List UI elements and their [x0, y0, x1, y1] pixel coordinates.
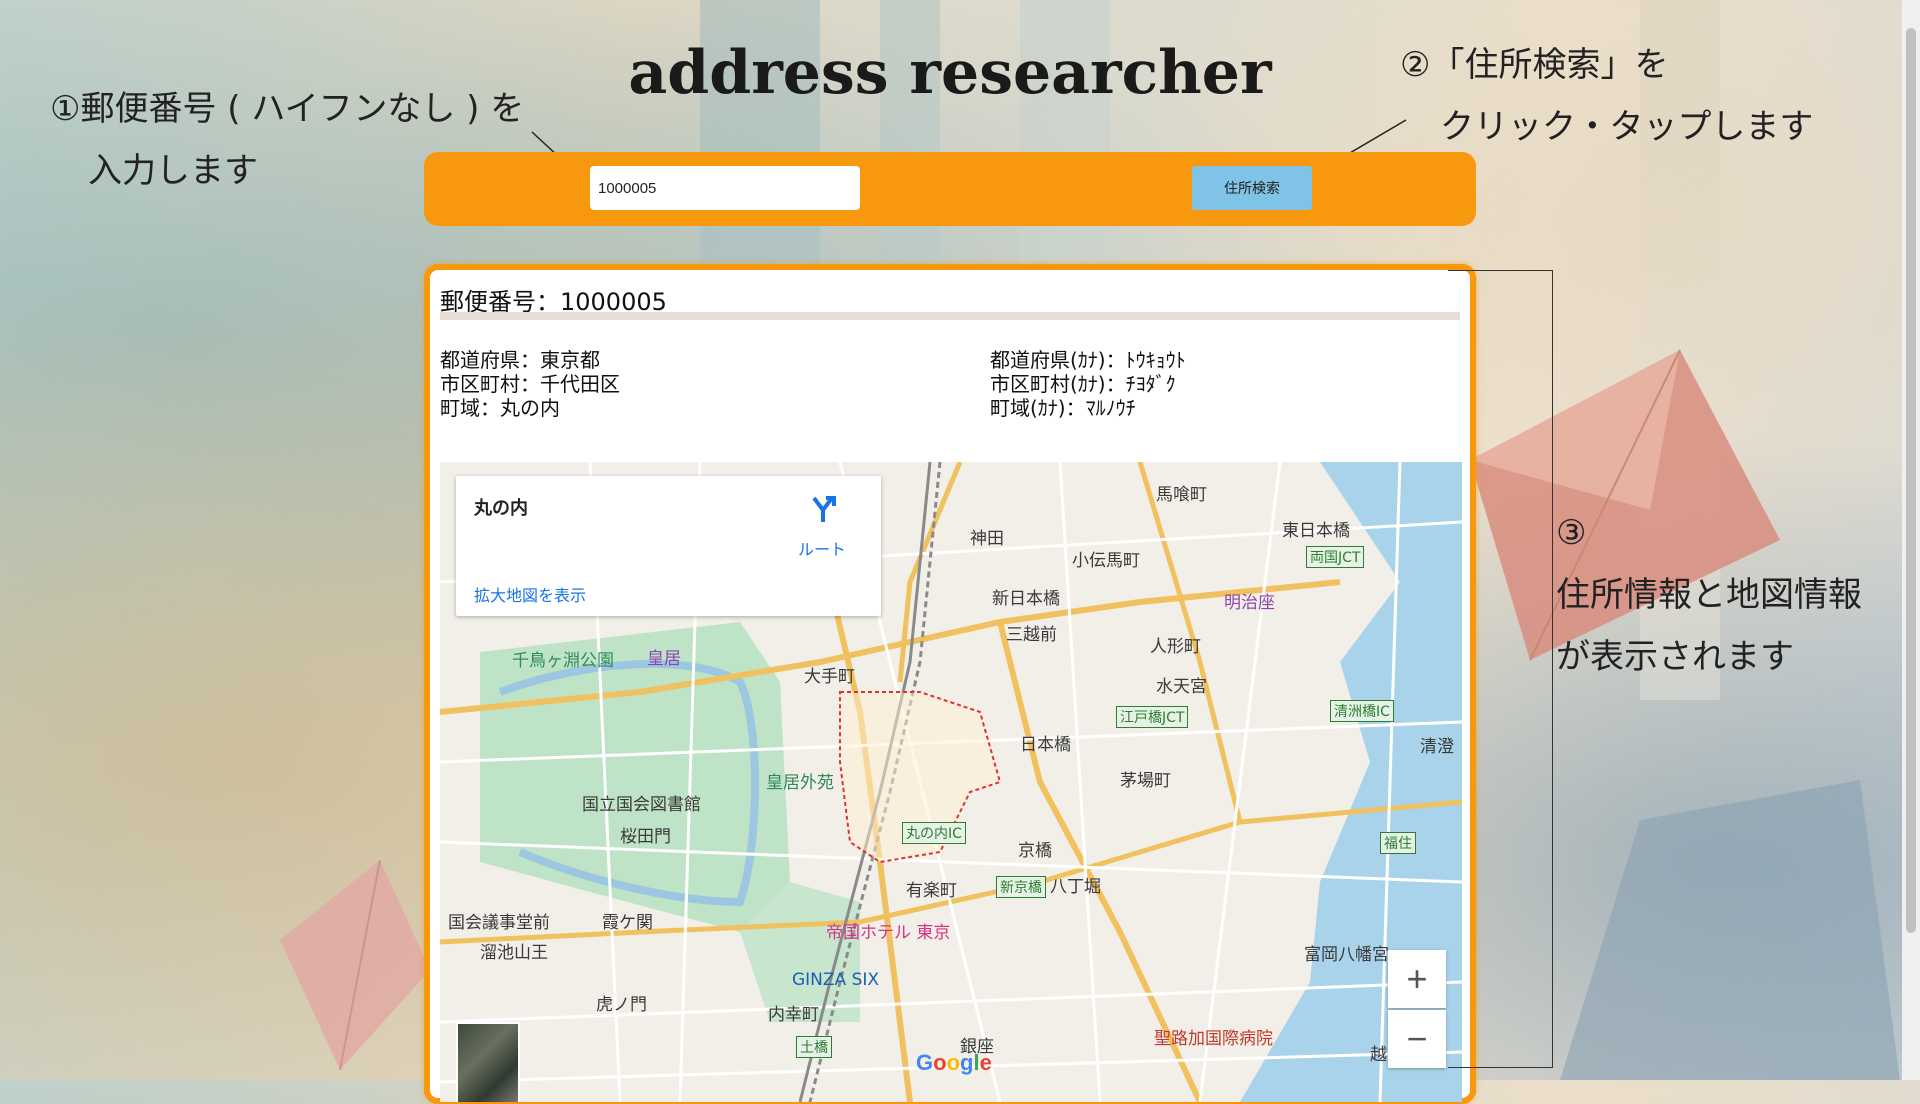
step3-bracket	[1448, 270, 1553, 1068]
map-label: 日本橋	[1020, 735, 1071, 755]
map-label: 内幸町	[768, 1005, 819, 1025]
map-label: 明治座	[1224, 593, 1275, 613]
step2-line1: ②「住所検索」を	[1400, 45, 1669, 85]
map-info-card: 丸の内 ルート 拡大地図を表示	[456, 476, 881, 616]
map-label: 皇居	[647, 649, 681, 669]
town-kana-value: 町域(ｶﾅ)：ﾏﾙﾉｳﾁ	[990, 396, 1136, 420]
map-label: 国立国会図書館	[582, 795, 701, 815]
map-label: 新日本橋	[992, 589, 1060, 609]
route-link[interactable]: ルート	[798, 536, 846, 560]
map-label: 霞ケ関	[602, 913, 653, 933]
map-label: 土橋	[796, 1036, 832, 1058]
map-label: 新京橋	[996, 876, 1046, 898]
prefecture-value: 都道府県：東京都	[440, 348, 600, 372]
heading-divider	[440, 312, 1460, 320]
prefecture-kana-value: 都道府県(ｶﾅ)：ﾄｳｷｮｳﾄ	[990, 348, 1186, 372]
map-place-name: 丸の内	[474, 498, 528, 519]
address-kana-info: 都道府県(ｶﾅ)：ﾄｳｷｮｳﾄ 市区町村(ｶﾅ)：ﾁﾖﾀﾞｸ 町域(ｶﾅ)：ﾏﾙ…	[990, 348, 1186, 420]
step3-marker: ③	[1556, 513, 1587, 553]
map-label: 人形町	[1150, 637, 1201, 657]
map-label: 桜田門	[620, 827, 671, 847]
map-label: 小伝馬町	[1072, 551, 1140, 571]
map-label: 江戸橋JCT	[1116, 706, 1189, 728]
kite-decoration	[280, 860, 430, 1070]
map-label: 水天宮	[1156, 677, 1207, 697]
map-label: 清洲橋IC	[1330, 700, 1394, 722]
page-scrollbar[interactable]	[1902, 0, 1920, 1080]
step3-line1: 住所情報と地図情報	[1556, 575, 1862, 615]
city-value: 市区町村：千代田区	[440, 372, 620, 396]
result-panel: 郵便番号：1000005 都道府県：東京都 市区町村：千代田区 町域：丸の内 都…	[424, 264, 1476, 1104]
map-embed[interactable]: 馬喰町 東日本橋 神田 小伝馬町 両国JCT 明治座 新日本橋 三越前 人形町 …	[440, 462, 1462, 1102]
map-label: 丸の内IC	[902, 822, 966, 844]
map-label: GINZA SIX	[792, 970, 880, 990]
map-label: 京橋	[1018, 841, 1052, 861]
map-label: 大手町	[804, 667, 855, 687]
zoom-out-button[interactable]: −	[1388, 1010, 1446, 1068]
map-label: 帝国ホテル 東京	[826, 923, 951, 943]
step2-line2: クリック・タップします	[1440, 107, 1814, 147]
map-label: 千鳥ヶ淵公園	[512, 651, 614, 671]
map-label: 福住	[1380, 832, 1416, 854]
address-info: 都道府県：東京都 市区町村：千代田区 町域：丸の内	[440, 348, 620, 420]
map-label: 馬喰町	[1156, 485, 1207, 505]
step3-annotation: ③ 住所情報と地図情報 が表示されます	[1556, 502, 1862, 688]
satellite-toggle-thumbnail[interactable]	[456, 1022, 520, 1102]
map-label: 聖路加国際病院	[1154, 1029, 1273, 1049]
search-bar: 住所検索	[424, 152, 1476, 226]
map-label: 富岡八幡宮	[1304, 945, 1389, 965]
google-logo: Google	[916, 1050, 992, 1075]
scrollbar-thumb[interactable]	[1906, 28, 1916, 933]
step2-annotation: ②「住所検索」を クリック・タップします	[1400, 34, 1813, 158]
map-label: 両国JCT	[1306, 546, 1365, 568]
town-value: 町域：丸の内	[440, 396, 560, 420]
map-label: 有楽町	[906, 881, 957, 901]
directions-icon[interactable]	[808, 494, 838, 524]
city-kana-value: 市区町村(ｶﾅ)：ﾁﾖﾀﾞｸ	[990, 372, 1176, 396]
bg-paper-decoration	[1560, 780, 1900, 1080]
map-label: 溜池山王	[480, 943, 548, 963]
map-label: 皇居外苑	[766, 773, 834, 793]
map-label: 茅場町	[1120, 771, 1171, 791]
address-search-button[interactable]: 住所検索	[1192, 166, 1312, 210]
map-label: 国会議事堂前	[448, 913, 550, 933]
map-label: 虎ノ門	[596, 995, 647, 1015]
map-label: 三越前	[1006, 625, 1057, 645]
step3-line2: が表示されます	[1556, 637, 1794, 677]
map-label: 神田	[970, 529, 1004, 549]
map-label: 東日本橋	[1282, 521, 1350, 541]
map-label: 八丁堀	[1050, 877, 1101, 897]
step1-line1: ①郵便番号 ( ハイフンなし ) を	[50, 89, 525, 129]
zip-code-input[interactable]	[590, 166, 860, 210]
view-larger-map-link[interactable]: 拡大地図を表示	[474, 582, 586, 606]
zoom-in-button[interactable]: +	[1388, 950, 1446, 1008]
